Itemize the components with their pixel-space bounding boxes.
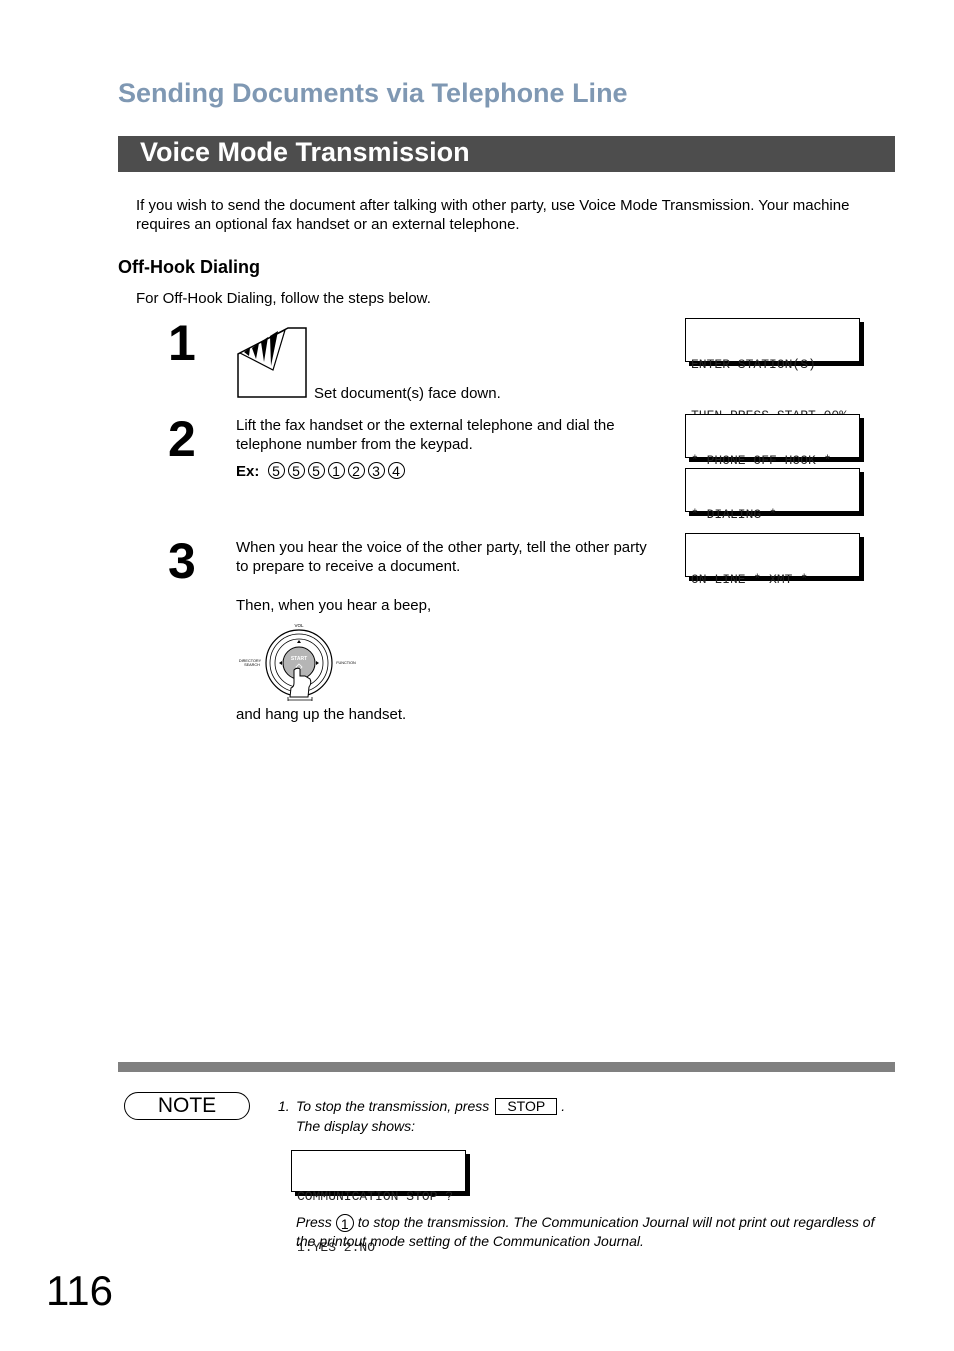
example-digits: Ex: 5551234 [236,462,408,480]
note-press-line: Press 1 to stop the transmission. The Comm… [296,1212,874,1232]
lcd-line: COMMUNICATION STOP ? [297,1189,454,1204]
svg-text:SEARCH: SEARCH [244,663,260,667]
page-title-bar: Voice Mode Transmission [118,136,895,172]
note-press-line-2: the printout mode setting of the Communi… [296,1233,644,1249]
step-text: When you hear the voice of the other par… [236,539,647,575]
lcd-line: ON LINE * XMT * [691,572,809,587]
stop-key-icon: STOP [495,1098,558,1115]
lcd-line [691,622,854,639]
lcd-display: * PHONE OFF HOOK * [685,414,860,468]
step-number: 1 [168,315,196,371]
lcd-display: ON LINE * XMT * [685,533,860,587]
digit-key-icon: 5 [287,462,305,479]
digit-key-icon: 1 [335,1214,354,1232]
vol-label: VOL [294,623,304,628]
step-text-hangup: and hang up the handset. [236,706,407,723]
page-number: 116 [46,1267,113,1314]
lcd-display: ENTER STATION(S) THEN PRESS START 00% [685,318,860,423]
step-number: 2 [168,411,196,467]
step-text: Set document(s) face down. [314,385,501,402]
step-number: 3 [168,533,196,589]
note-item-number: 1. [278,1098,290,1114]
start-label: START [291,656,307,662]
note-text: . [561,1098,566,1114]
note-text: Press [296,1214,332,1230]
digit-key-icon: 3 [367,462,385,479]
step-text: Lift the fax handset or the external tel… [236,417,615,453]
digit-key-icon: 2 [347,462,365,479]
digit-key-icon: 5 [307,462,325,479]
page-title: Voice Mode Transmission [140,137,470,167]
digit-key-icon: 5 [267,462,285,479]
digit-key-icon: 4 [387,462,405,479]
step-text-beep: Then, when you hear a beep, [236,597,432,614]
intro-paragraph: If you wish to send the document after t… [136,197,850,233]
lcd-line: * PHONE OFF HOOK * [691,453,832,468]
function-label: FUNCTION [336,661,356,665]
note-badge: NOTE [124,1092,250,1120]
note-text: to stop the transmission. The Communicat… [357,1214,875,1230]
document-face-down-icon [237,326,309,400]
note-line-2: The display shows: [296,1118,416,1134]
lcd-display: COMMUNICATION STOP ? 1:YES 2:NO [291,1150,466,1255]
lcd-line: ENTER STATION(S) [691,357,816,372]
subsection-lead: For Off-Hook Dialing, follow the steps b… [136,290,431,307]
section-title: Sending Documents via Telephone Line [118,78,628,108]
subsection-title: Off-Hook Dialing [118,257,260,277]
lcd-line: * DIALING * [691,507,777,522]
digit-key-icon: 1 [327,462,345,479]
note-text: To stop the transmission, press [296,1098,490,1114]
start-key-panel-icon: START VOL DIRECTORY SEARCH FUNCTION [236,621,360,701]
lcd-display: * DIALING * 5551234 [685,468,860,573]
note-line-1: To stop the transmission, press STOP. [296,1096,565,1116]
example-label: Ex: [236,463,260,480]
section-divider [118,1062,895,1072]
